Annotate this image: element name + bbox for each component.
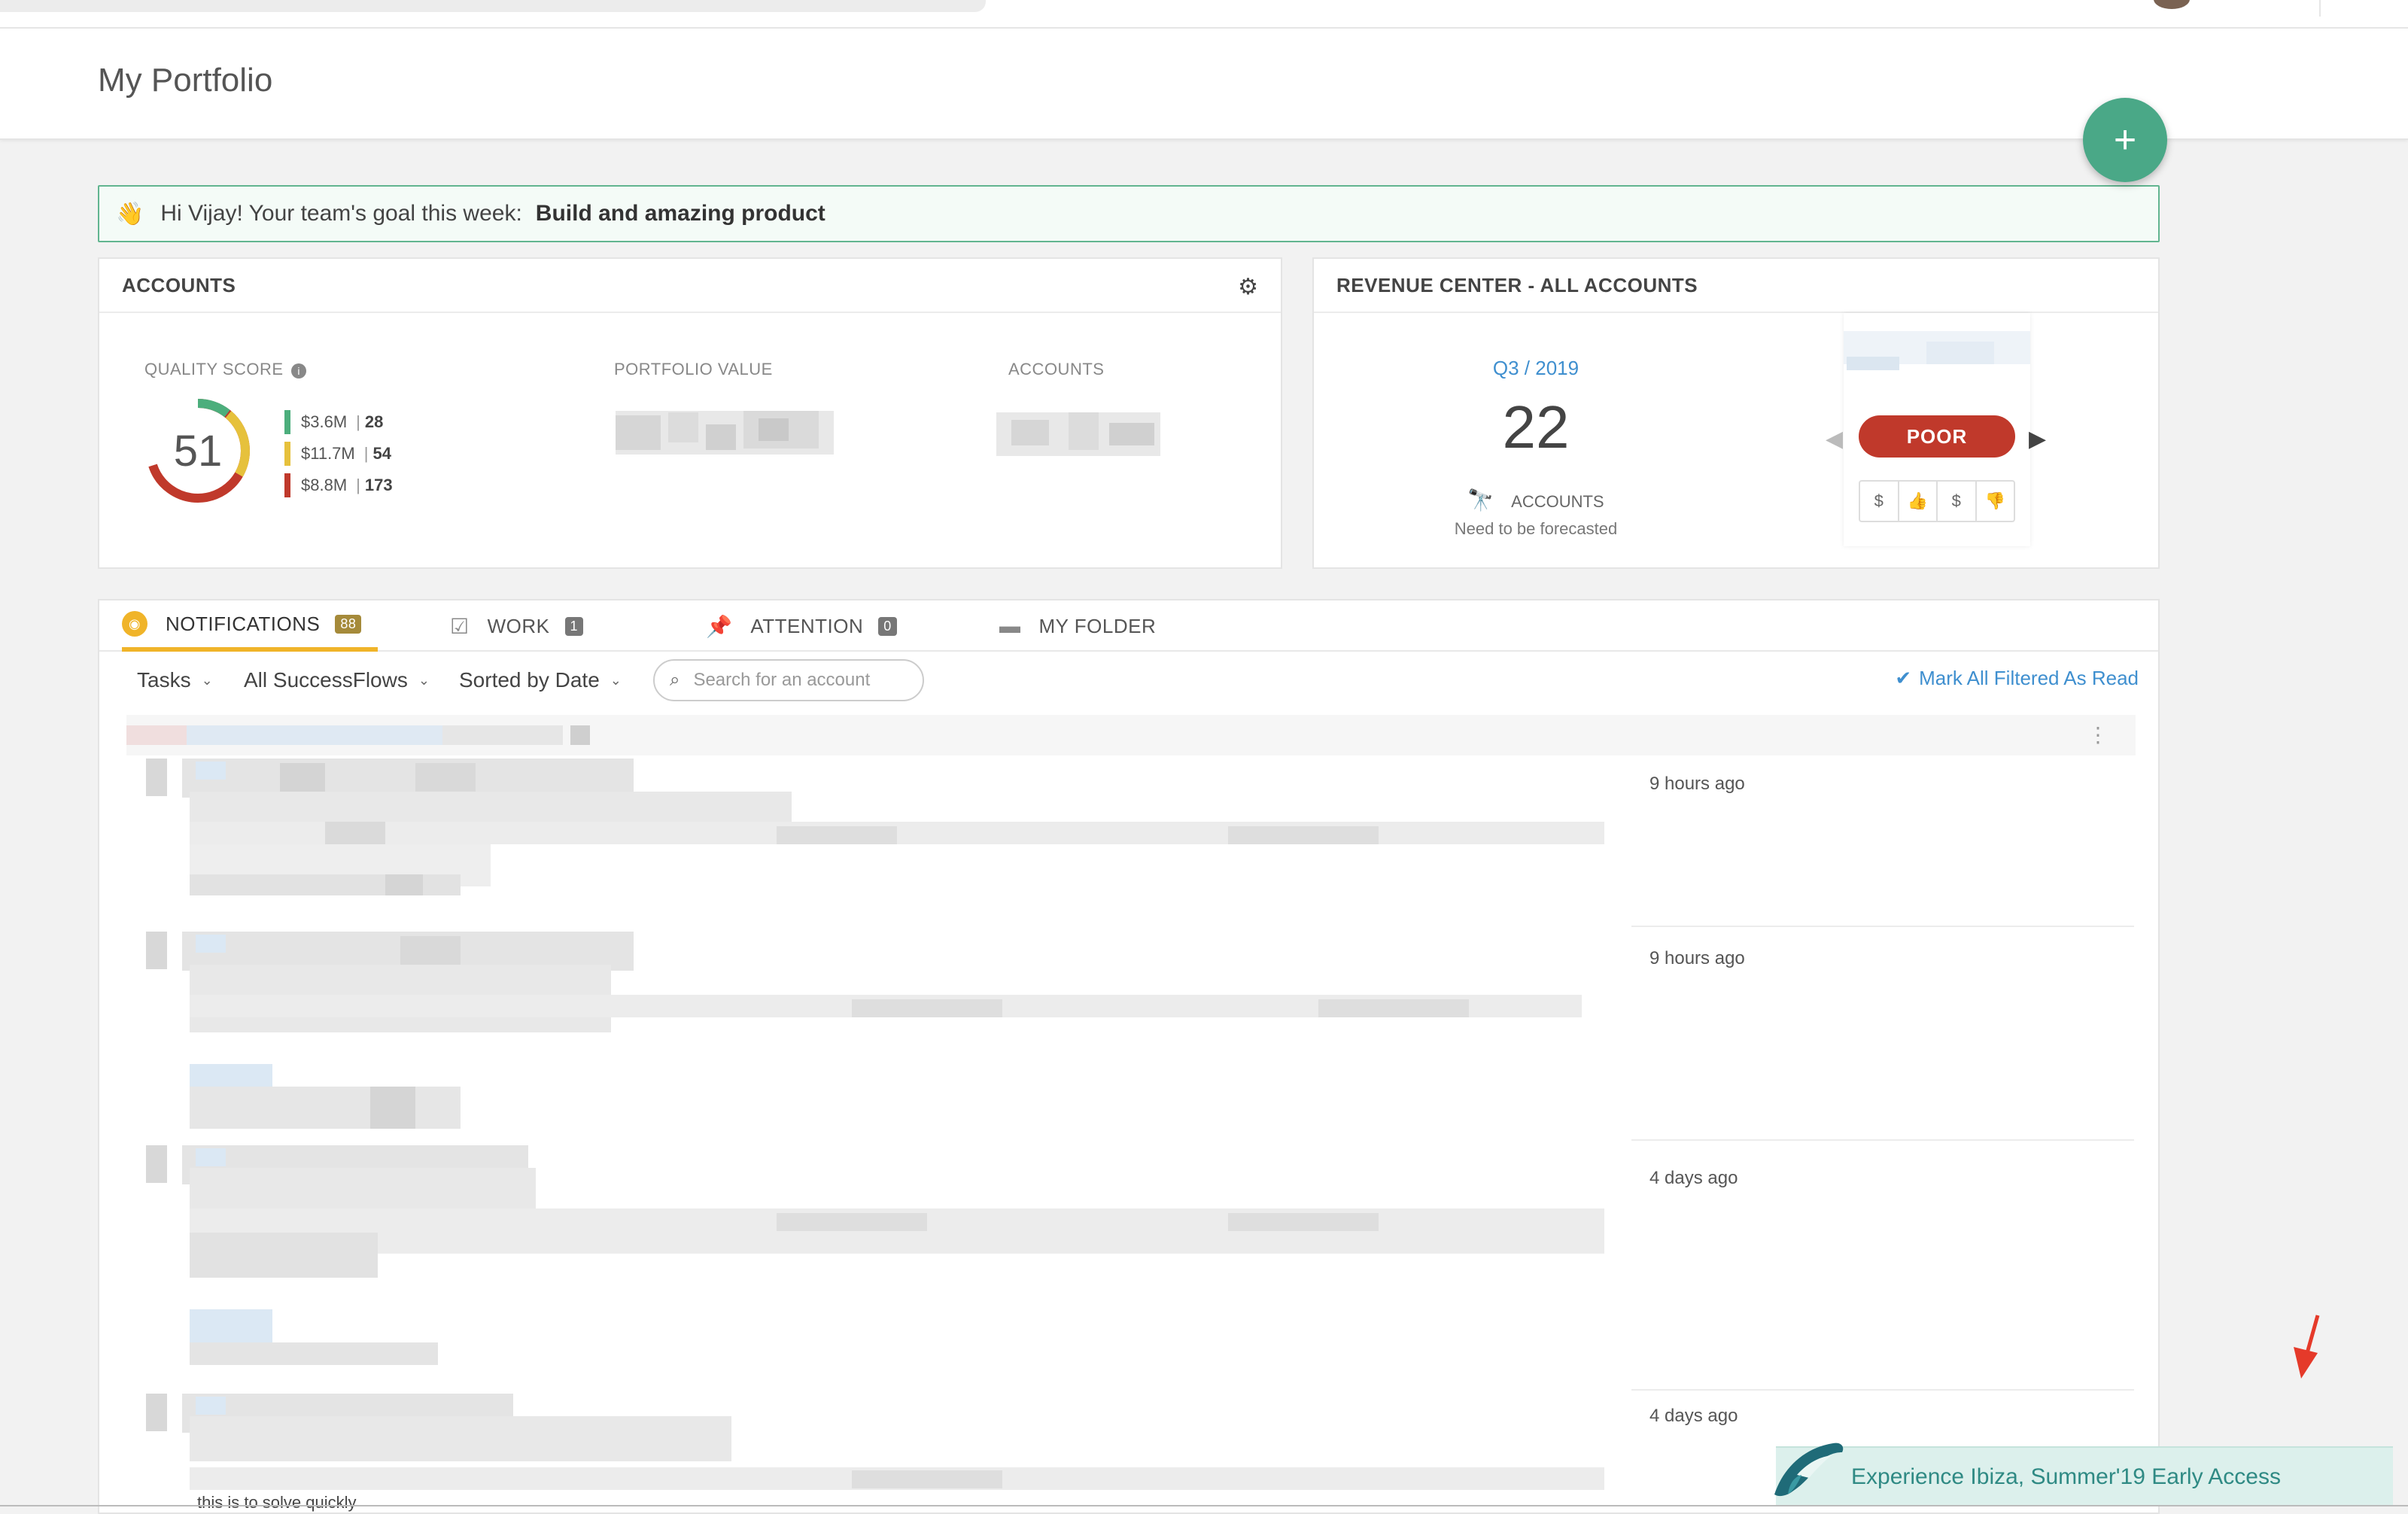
- forecast-note: Need to be forecasted: [1454, 519, 1618, 538]
- sort-dropdown[interactable]: Sorted by Date ⌄: [459, 668, 622, 692]
- account-search-input[interactable]: ⌕ Search for an account: [653, 659, 924, 701]
- gear-icon[interactable]: ⚙: [1238, 274, 1258, 300]
- accounts-label-row: 🔭 ACCOUNTS: [1467, 488, 1604, 512]
- revenue-card-title: REVENUE CENTER - ALL ACCOUNTS: [1314, 259, 2158, 313]
- team-goal-banner: 👋 Hi Vijay! Your team's goal this week: …: [98, 185, 2160, 242]
- legend-swatch-red: [284, 473, 290, 497]
- forecast-accounts-count[interactable]: 22: [1314, 393, 1758, 462]
- redacted-label: [1844, 324, 2030, 384]
- early-access-banner[interactable]: Experience Ibiza, Summer'19 Early Access: [1774, 1443, 2393, 1505]
- chevron-down-icon: ⌄: [201, 672, 213, 688]
- thumbs-up-icon[interactable]: 👍: [1899, 482, 1938, 521]
- portfolio-value-label: PORTFOLIO VALUE: [614, 360, 773, 378]
- notification-time: 4 days ago: [1649, 1168, 1738, 1188]
- pin-icon: 📌: [706, 614, 733, 638]
- tab-bar: ◉ NOTIFICATIONS 88 ☑ WORK 1 📌 ATTENTION …: [99, 600, 2158, 652]
- divider: [1631, 1389, 2134, 1391]
- revenue-center-card: REVENUE CENTER - ALL ACCOUNTS Q3 / 2019 …: [1312, 257, 2160, 569]
- legend-swatch-yellow: [284, 442, 290, 466]
- red-arrow-icon: [2294, 1315, 2320, 1379]
- plus-icon: +: [2113, 118, 2137, 162]
- portfolio-value-redacted: [616, 402, 834, 467]
- accounts-card-title: ACCOUNTS: [99, 259, 1281, 313]
- notification-time: 9 hours ago: [1649, 774, 1745, 794]
- thumbs-down-icon[interactable]: 👎: [1977, 482, 2014, 521]
- dollar-shield-icon[interactable]: $: [1938, 482, 1977, 521]
- dollar-shield-icon[interactable]: $: [1860, 482, 1899, 521]
- work-count-badge: 1: [564, 616, 584, 636]
- filter-bar: Tasks ⌄ All SuccessFlows ⌄ Sorted by Date ⌄…: [99, 652, 2158, 712]
- tab-attention[interactable]: 📌 ATTENTION 0: [706, 600, 897, 652]
- quality-score-value: 51: [173, 426, 223, 476]
- search-icon: ⌕: [670, 670, 680, 690]
- previous-arrow-icon[interactable]: ◀: [1826, 426, 1843, 452]
- accounts-card: ACCOUNTS ⚙ QUALITY SCORE i 51 $3.6M | 28 …: [98, 257, 1282, 569]
- divider: [0, 1505, 2408, 1506]
- forecast-status-panel: POOR $ 👍 $ 👎: [1844, 313, 2030, 546]
- top-bar: [0, 0, 2408, 29]
- tab-work[interactable]: ☑ WORK 1: [450, 600, 584, 652]
- notifications-panel: ◉ NOTIFICATIONS 88 ☑ WORK 1 📌 ATTENTION …: [98, 599, 2160, 1514]
- chevron-down-icon: ⌄: [418, 672, 430, 688]
- notification-time: 4 days ago: [1649, 1406, 1738, 1426]
- notification-time: 9 hours ago: [1649, 948, 1745, 968]
- quality-legend: $3.6M | 28 $11.7M | 54 $8.8M | 173: [284, 406, 393, 501]
- user-avatar[interactable]: [2154, 0, 2190, 9]
- page-title: My Portfolio: [98, 62, 273, 99]
- waving-hand-icon: 👋: [116, 201, 144, 226]
- legend-row[interactable]: $3.6M | 28: [284, 406, 393, 438]
- mark-all-read-link[interactable]: ✔ Mark All Filtered As Read: [1895, 667, 2139, 690]
- add-button[interactable]: +: [2083, 98, 2167, 182]
- list-item[interactable]: 9 hours ago: [99, 932, 2158, 1145]
- goal-value: Build and amazing product: [535, 201, 825, 226]
- next-arrow-icon[interactable]: ▶: [2029, 426, 2046, 452]
- global-search-bar[interactable]: [0, 0, 986, 12]
- legend-row[interactable]: $8.8M | 173: [284, 470, 393, 501]
- accounts-count-label: ACCOUNTS: [1008, 360, 1105, 378]
- checkbox-icon: ☑: [450, 614, 470, 638]
- promo-text: Experience Ibiza, Summer'19 Early Access: [1851, 1464, 2281, 1489]
- goal-greeting: Hi Vijay! Your team's goal this week:: [160, 201, 522, 226]
- successflows-dropdown[interactable]: All SuccessFlows ⌄: [244, 668, 430, 692]
- status-badge[interactable]: POOR: [1859, 415, 2015, 458]
- page-header: My Portfolio: [0, 29, 2408, 140]
- info-icon[interactable]: i: [291, 363, 307, 378]
- bell-icon: ◉: [122, 611, 147, 637]
- telescope-icon: 🔭: [1467, 488, 1494, 512]
- notifications-header-row: ⋮: [126, 715, 2136, 755]
- divider: [1631, 1139, 2134, 1141]
- chevron-down-icon: ⌄: [610, 672, 622, 688]
- quality-score-label: QUALITY SCORE i: [144, 360, 307, 379]
- list-item[interactable]: 4 days ago: [99, 1145, 2158, 1394]
- legend-swatch-green: [284, 410, 290, 434]
- list-item[interactable]: 9 hours ago: [99, 759, 2158, 932]
- more-options-icon[interactable]: ⋮: [2087, 722, 2109, 747]
- type-dropdown[interactable]: Tasks ⌄: [137, 668, 213, 692]
- divider: [2319, 0, 2321, 17]
- legend-row[interactable]: $11.7M | 54: [284, 438, 393, 470]
- notification-snippet: this is to solve quickly: [197, 1493, 357, 1512]
- status-actions: $ 👍 $ 👎: [1859, 480, 2015, 522]
- orca-icon: [1774, 1443, 1844, 1497]
- tab-notifications[interactable]: ◉ NOTIFICATIONS 88: [122, 600, 378, 652]
- check-icon: ✔: [1895, 667, 1912, 689]
- period-link[interactable]: Q3 / 2019: [1314, 357, 1758, 380]
- folder-icon: ▬: [999, 614, 1021, 637]
- accounts-count-redacted: [996, 402, 1162, 467]
- tab-my-folder[interactable]: ▬ MY FOLDER: [999, 600, 1156, 652]
- notifications-count-badge: 88: [335, 614, 362, 634]
- attention-count-badge: 0: [878, 616, 897, 636]
- divider: [1631, 926, 2134, 927]
